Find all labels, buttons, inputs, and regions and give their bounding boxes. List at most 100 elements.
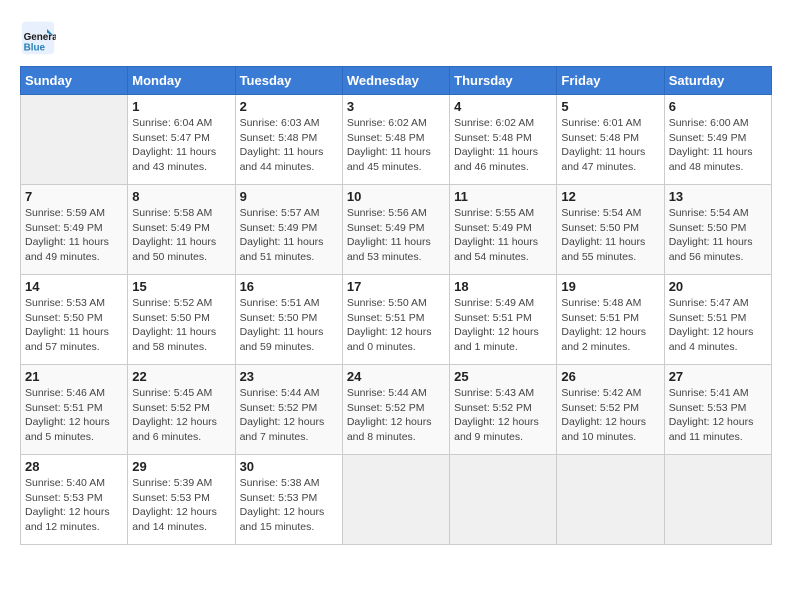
day-number: 8 [132, 189, 230, 204]
day-number: 28 [25, 459, 123, 474]
day-number: 12 [561, 189, 659, 204]
header-row: SundayMondayTuesdayWednesdayThursdayFrid… [21, 67, 772, 95]
week-row-1: 1Sunrise: 6:04 AM Sunset: 5:47 PM Daylig… [21, 95, 772, 185]
day-info: Sunrise: 5:47 AM Sunset: 5:51 PM Dayligh… [669, 296, 767, 355]
day-number: 11 [454, 189, 552, 204]
day-cell: 2 Sunrise: 6:03 AM Sunset: 5:48 PM Daylig… [235, 95, 342, 185]
day-info: Sunrise: 5:49 AM Sunset: 5:51 PM Dayligh… [454, 296, 552, 355]
day-info: Sunrise: 5:55 AM Sunset: 5:49 PM Dayligh… [454, 206, 552, 265]
day-number: 29 [132, 459, 230, 474]
day-info: Sunrise: 5:46 AM Sunset: 5:51 PM Dayligh… [25, 386, 123, 445]
day-cell: 11 Sunrise: 5:55 AM Sunset: 5:49 PM Dayli… [450, 185, 557, 275]
day-cell: 24 Sunrise: 5:44 AM Sunset: 5:52 PM Dayli… [342, 365, 449, 455]
day-cell [342, 455, 449, 545]
day-info: Sunrise: 6:02 AM Sunset: 5:48 PM Dayligh… [347, 116, 445, 175]
day-number: 16 [240, 279, 338, 294]
day-cell: 27 Sunrise: 5:41 AM Sunset: 5:53 PM Dayli… [664, 365, 771, 455]
day-cell: 13 Sunrise: 5:54 AM Sunset: 5:50 PM Dayli… [664, 185, 771, 275]
day-info: Sunrise: 5:54 AM Sunset: 5:50 PM Dayligh… [561, 206, 659, 265]
day-cell: 9 Sunrise: 5:57 AM Sunset: 5:49 PM Daylig… [235, 185, 342, 275]
day-info: Sunrise: 5:48 AM Sunset: 5:51 PM Dayligh… [561, 296, 659, 355]
calendar-body: 1Sunrise: 6:04 AM Sunset: 5:47 PM Daylig… [21, 95, 772, 545]
calendar-table: SundayMondayTuesdayWednesdayThursdayFrid… [20, 66, 772, 545]
day-info: Sunrise: 5:43 AM Sunset: 5:52 PM Dayligh… [454, 386, 552, 445]
day-cell: 20 Sunrise: 5:47 AM Sunset: 5:51 PM Dayli… [664, 275, 771, 365]
day-cell: 16 Sunrise: 5:51 AM Sunset: 5:50 PM Dayli… [235, 275, 342, 365]
day-info: Sunrise: 5:45 AM Sunset: 5:52 PM Dayligh… [132, 386, 230, 445]
week-row-4: 21 Sunrise: 5:46 AM Sunset: 5:51 PM Dayli… [21, 365, 772, 455]
day-cell: 14 Sunrise: 5:53 AM Sunset: 5:50 PM Dayli… [21, 275, 128, 365]
day-cell: 22 Sunrise: 5:45 AM Sunset: 5:52 PM Dayli… [128, 365, 235, 455]
day-info: Sunrise: 5:44 AM Sunset: 5:52 PM Dayligh… [347, 386, 445, 445]
day-cell: 3Sunrise: 6:02 AM Sunset: 5:48 PM Daylig… [342, 95, 449, 185]
day-info: Sunrise: 5:50 AM Sunset: 5:51 PM Dayligh… [347, 296, 445, 355]
day-cell: 26 Sunrise: 5:42 AM Sunset: 5:52 PM Dayli… [557, 365, 664, 455]
header-cell-monday: Monday [128, 67, 235, 95]
day-info: Sunrise: 5:42 AM Sunset: 5:52 PM Dayligh… [561, 386, 659, 445]
day-number: 17 [347, 279, 445, 294]
day-cell: 23Sunrise: 5:44 AM Sunset: 5:52 PM Dayli… [235, 365, 342, 455]
header-cell-thursday: Thursday [450, 67, 557, 95]
day-cell: 1Sunrise: 6:04 AM Sunset: 5:47 PM Daylig… [128, 95, 235, 185]
header-cell-friday: Friday [557, 67, 664, 95]
day-cell: 10 Sunrise: 5:56 AM Sunset: 5:49 PM Dayli… [342, 185, 449, 275]
day-number: 13 [669, 189, 767, 204]
day-info: Sunrise: 5:56 AM Sunset: 5:49 PM Dayligh… [347, 206, 445, 265]
day-info: Sunrise: 6:01 AM Sunset: 5:48 PM Dayligh… [561, 116, 659, 175]
header-cell-wednesday: Wednesday [342, 67, 449, 95]
day-info: Sunrise: 6:03 AM Sunset: 5:48 PM Dayligh… [240, 116, 338, 175]
svg-text:Blue: Blue [24, 43, 46, 54]
header: General Blue [20, 20, 772, 56]
day-cell: 18 Sunrise: 5:49 AM Sunset: 5:51 PM Dayli… [450, 275, 557, 365]
day-number: 26 [561, 369, 659, 384]
day-number: 2 [240, 99, 338, 114]
header-cell-saturday: Saturday [664, 67, 771, 95]
day-info: Sunrise: 5:57 AM Sunset: 5:49 PM Dayligh… [240, 206, 338, 265]
day-info: Sunrise: 6:02 AM Sunset: 5:48 PM Dayligh… [454, 116, 552, 175]
day-cell: 12 Sunrise: 5:54 AM Sunset: 5:50 PM Dayli… [557, 185, 664, 275]
day-info: Sunrise: 5:41 AM Sunset: 5:53 PM Dayligh… [669, 386, 767, 445]
day-info: Sunrise: 5:52 AM Sunset: 5:50 PM Dayligh… [132, 296, 230, 355]
day-number: 4 [454, 99, 552, 114]
day-cell: 17 Sunrise: 5:50 AM Sunset: 5:51 PM Dayli… [342, 275, 449, 365]
day-number: 22 [132, 369, 230, 384]
day-number: 20 [669, 279, 767, 294]
header-cell-tuesday: Tuesday [235, 67, 342, 95]
day-cell: 4 Sunrise: 6:02 AM Sunset: 5:48 PM Daylig… [450, 95, 557, 185]
day-number: 25 [454, 369, 552, 384]
day-cell: 15 Sunrise: 5:52 AM Sunset: 5:50 PM Dayli… [128, 275, 235, 365]
day-number: 10 [347, 189, 445, 204]
header-cell-sunday: Sunday [21, 67, 128, 95]
day-number: 15 [132, 279, 230, 294]
day-info: Sunrise: 5:54 AM Sunset: 5:50 PM Dayligh… [669, 206, 767, 265]
day-cell [664, 455, 771, 545]
day-number: 27 [669, 369, 767, 384]
day-info: Sunrise: 5:51 AM Sunset: 5:50 PM Dayligh… [240, 296, 338, 355]
day-info: Sunrise: 6:00 AM Sunset: 5:49 PM Dayligh… [669, 116, 767, 175]
week-row-2: 7Sunrise: 5:59 AM Sunset: 5:49 PM Daylig… [21, 185, 772, 275]
day-cell [557, 455, 664, 545]
calendar-header: SundayMondayTuesdayWednesdayThursdayFrid… [21, 67, 772, 95]
day-cell: 21 Sunrise: 5:46 AM Sunset: 5:51 PM Dayli… [21, 365, 128, 455]
day-cell: 6 Sunrise: 6:00 AM Sunset: 5:49 PM Daylig… [664, 95, 771, 185]
logo-icon: General Blue [20, 20, 56, 56]
day-info: Sunrise: 5:40 AM Sunset: 5:53 PM Dayligh… [25, 476, 123, 535]
day-info: Sunrise: 5:39 AM Sunset: 5:53 PM Dayligh… [132, 476, 230, 535]
day-cell: 7Sunrise: 5:59 AM Sunset: 5:49 PM Daylig… [21, 185, 128, 275]
day-info: Sunrise: 5:38 AM Sunset: 5:53 PM Dayligh… [240, 476, 338, 535]
day-number: 14 [25, 279, 123, 294]
day-info: Sunrise: 5:53 AM Sunset: 5:50 PM Dayligh… [25, 296, 123, 355]
day-number: 23 [240, 369, 338, 384]
day-info: Sunrise: 5:58 AM Sunset: 5:49 PM Dayligh… [132, 206, 230, 265]
day-number: 9 [240, 189, 338, 204]
day-number: 21 [25, 369, 123, 384]
day-cell: 19Sunrise: 5:48 AM Sunset: 5:51 PM Dayli… [557, 275, 664, 365]
day-cell: 8 Sunrise: 5:58 AM Sunset: 5:49 PM Daylig… [128, 185, 235, 275]
day-cell: 28 Sunrise: 5:40 AM Sunset: 5:53 PM Dayli… [21, 455, 128, 545]
day-cell: 25 Sunrise: 5:43 AM Sunset: 5:52 PM Dayli… [450, 365, 557, 455]
day-number: 18 [454, 279, 552, 294]
day-number: 6 [669, 99, 767, 114]
day-number: 24 [347, 369, 445, 384]
week-row-5: 28 Sunrise: 5:40 AM Sunset: 5:53 PM Dayli… [21, 455, 772, 545]
day-cell: 30Sunrise: 5:38 AM Sunset: 5:53 PM Dayli… [235, 455, 342, 545]
